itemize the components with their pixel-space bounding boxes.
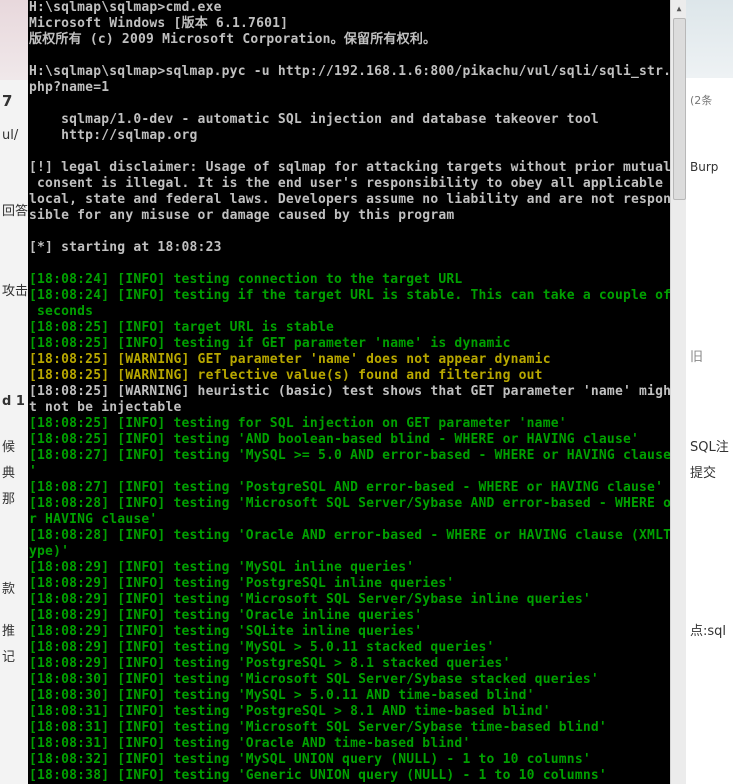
background-text: 推 bbox=[2, 624, 16, 639]
console-line: [18:08:29] [INFO] testing 'MySQL > 5.0.1… bbox=[29, 640, 495, 655]
console-line: [18:08:28] [INFO] testing 'Microsoft SQL… bbox=[29, 496, 670, 511]
background-text: 典 bbox=[2, 466, 16, 481]
cmd-console-window[interactable]: H:\sqlmap\sqlmap>cmd.exe Microsoft Window… bbox=[28, 0, 670, 784]
console-line: [18:08:25] [INFO] testing 'AND boolean-b… bbox=[29, 432, 640, 447]
background-text: 攻击 bbox=[2, 284, 28, 299]
console-line: [18:08:30] [INFO] testing 'MySQL > 5.0.1… bbox=[29, 688, 535, 703]
console-line: [18:08:38] [INFO] testing 'Generic UNION… bbox=[29, 768, 607, 783]
background-text: SQL注 bbox=[690, 440, 729, 455]
console-line: [!] legal disclaimer: Usage of sqlmap fo… bbox=[29, 160, 670, 175]
console-line: [18:08:31] [INFO] testing 'Oracle AND ti… bbox=[29, 736, 471, 751]
console-line: seconds bbox=[29, 304, 94, 319]
console-line: H:\sqlmap\sqlmap>sqlmap.pyc -u http://19… bbox=[29, 64, 670, 79]
console-line: Microsoft Windows [版本 6.1.7601] bbox=[29, 16, 289, 31]
console-line: [18:08:31] [INFO] testing 'PostgreSQL > … bbox=[29, 704, 551, 719]
console-line: H:\sqlmap\sqlmap>cmd.exe bbox=[29, 0, 222, 15]
console-line: consent is illegal. It is the end user's… bbox=[29, 176, 664, 191]
background-text: 点:sql bbox=[690, 624, 727, 639]
scrollbar-thumb[interactable] bbox=[673, 18, 686, 200]
background-image-strip bbox=[0, 0, 28, 80]
background-window-left: 7 ul/ 回答 攻击 d 1 候 典 那 款 推 记 bbox=[0, 0, 28, 784]
console-line: [18:08:29] [INFO] testing 'MySQL inline … bbox=[29, 560, 415, 575]
console-line: [*] starting at 18:08:23 bbox=[29, 240, 222, 255]
console-line: sqlmap/1.0-dev - automatic SQL injection… bbox=[29, 112, 599, 127]
background-window-right: (2条 Burp 旧 SQL注 提交 点:sql bbox=[686, 0, 733, 784]
scroll-up-arrow-icon[interactable]: ▲ bbox=[671, 0, 687, 16]
background-text: 旧 bbox=[690, 350, 704, 365]
console-line: local, state and federal laws. Developer… bbox=[29, 192, 670, 207]
console-scrollbar[interactable]: ▲ bbox=[670, 0, 687, 784]
console-line: [18:08:29] [INFO] testing 'Oracle inline… bbox=[29, 608, 423, 623]
console-line: [18:08:24] [INFO] testing connection to … bbox=[29, 272, 463, 287]
console-line: t not be injectable bbox=[29, 400, 182, 415]
console-line: [18:08:24] [INFO] testing if the target … bbox=[29, 288, 670, 303]
background-text: 回答 bbox=[2, 204, 28, 219]
background-text: 那 bbox=[2, 492, 16, 507]
background-text: 款 bbox=[2, 582, 16, 597]
console-line: [18:08:29] [INFO] testing 'PostgreSQL > … bbox=[29, 656, 511, 671]
console-line: [18:08:28] [INFO] testing 'Oracle AND er… bbox=[29, 528, 670, 543]
console-line: [18:08:25] [WARNING] GET parameter 'name… bbox=[29, 352, 551, 367]
console-line: sible for any misuse or damage caused by… bbox=[29, 208, 455, 223]
background-text: 候 bbox=[2, 440, 16, 455]
console-line: [18:08:25] [WARNING] heuristic (basic) t… bbox=[29, 384, 670, 399]
console-line: [18:08:29] [INFO] testing 'PostgreSQL in… bbox=[29, 576, 455, 591]
console-line: [18:08:30] [INFO] testing 'Microsoft SQL… bbox=[29, 672, 599, 687]
console-line: [18:08:25] [WARNING] reflective value(s)… bbox=[29, 368, 543, 383]
background-text: 记 bbox=[2, 650, 16, 665]
console-output: H:\sqlmap\sqlmap>cmd.exe Microsoft Window… bbox=[29, 0, 670, 784]
console-line: php?name=1 bbox=[29, 80, 110, 95]
console-line: [18:08:27] [INFO] testing 'MySQL >= 5.0 … bbox=[29, 448, 670, 463]
background-text: d 1 bbox=[2, 394, 25, 409]
background-text: 提交 bbox=[690, 466, 717, 481]
console-line: [18:08:32] [INFO] testing 'MySQL UNION q… bbox=[29, 752, 591, 767]
console-line: [18:08:27] [INFO] testing 'PostgreSQL AN… bbox=[29, 480, 664, 495]
background-image-strip bbox=[686, 0, 733, 78]
console-line: [18:08:29] [INFO] testing 'SQLite inline… bbox=[29, 624, 423, 639]
background-text: 7 bbox=[2, 92, 13, 110]
console-line: [18:08:25] [INFO] testing if GET paramet… bbox=[29, 336, 511, 351]
background-text: Burp bbox=[690, 160, 719, 174]
console-line: 版权所有 (c) 2009 Microsoft Corporation。保留所有… bbox=[29, 32, 437, 47]
console-line: [18:08:31] [INFO] testing 'Microsoft SQL… bbox=[29, 720, 607, 735]
console-line: [18:08:29] [INFO] testing 'Microsoft SQL… bbox=[29, 592, 591, 607]
console-line: ' bbox=[29, 464, 38, 479]
console-line: r HAVING clause' bbox=[29, 512, 158, 527]
background-text: ul/ bbox=[2, 128, 19, 143]
console-line: [18:08:25] [INFO] testing for SQL inject… bbox=[29, 416, 567, 431]
console-line: ype)' bbox=[29, 544, 70, 559]
console-line: [18:08:25] [INFO] target URL is stable bbox=[29, 320, 335, 335]
background-text: (2条 bbox=[690, 94, 713, 107]
console-line: http://sqlmap.org bbox=[29, 128, 198, 143]
